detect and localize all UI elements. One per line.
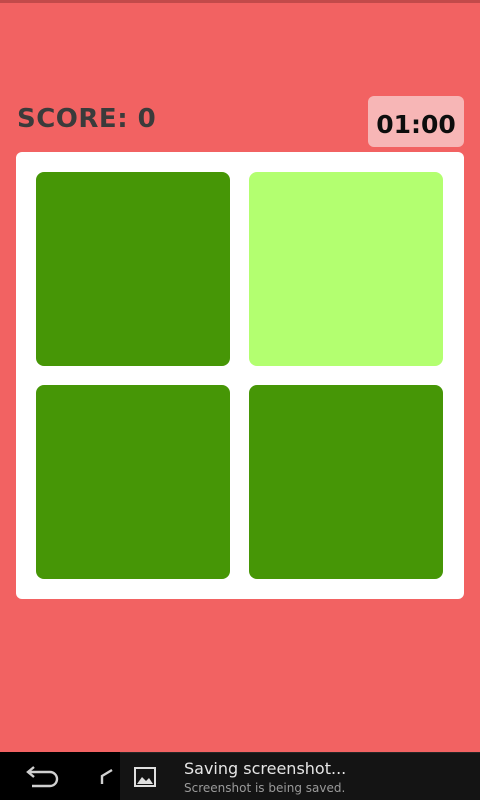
notification-title: Saving screenshot... <box>184 759 347 778</box>
status-bar <box>0 0 480 3</box>
game-board <box>16 152 464 599</box>
screenshot-notification[interactable]: Saving screenshot... Screenshot is being… <box>120 752 480 800</box>
image-icon <box>134 767 156 787</box>
tile-2[interactable] <box>249 172 443 366</box>
timer-display: 01:00 <box>368 96 464 147</box>
notification-text: Screenshot is being saved. <box>184 781 346 795</box>
tile-1[interactable] <box>36 172 230 366</box>
tile-3[interactable] <box>36 385 230 579</box>
timer-text: 01:00 <box>376 110 456 139</box>
score-label: SCORE: 0 <box>17 104 157 134</box>
tile-4[interactable] <box>249 385 443 579</box>
back-icon[interactable] <box>24 766 60 788</box>
